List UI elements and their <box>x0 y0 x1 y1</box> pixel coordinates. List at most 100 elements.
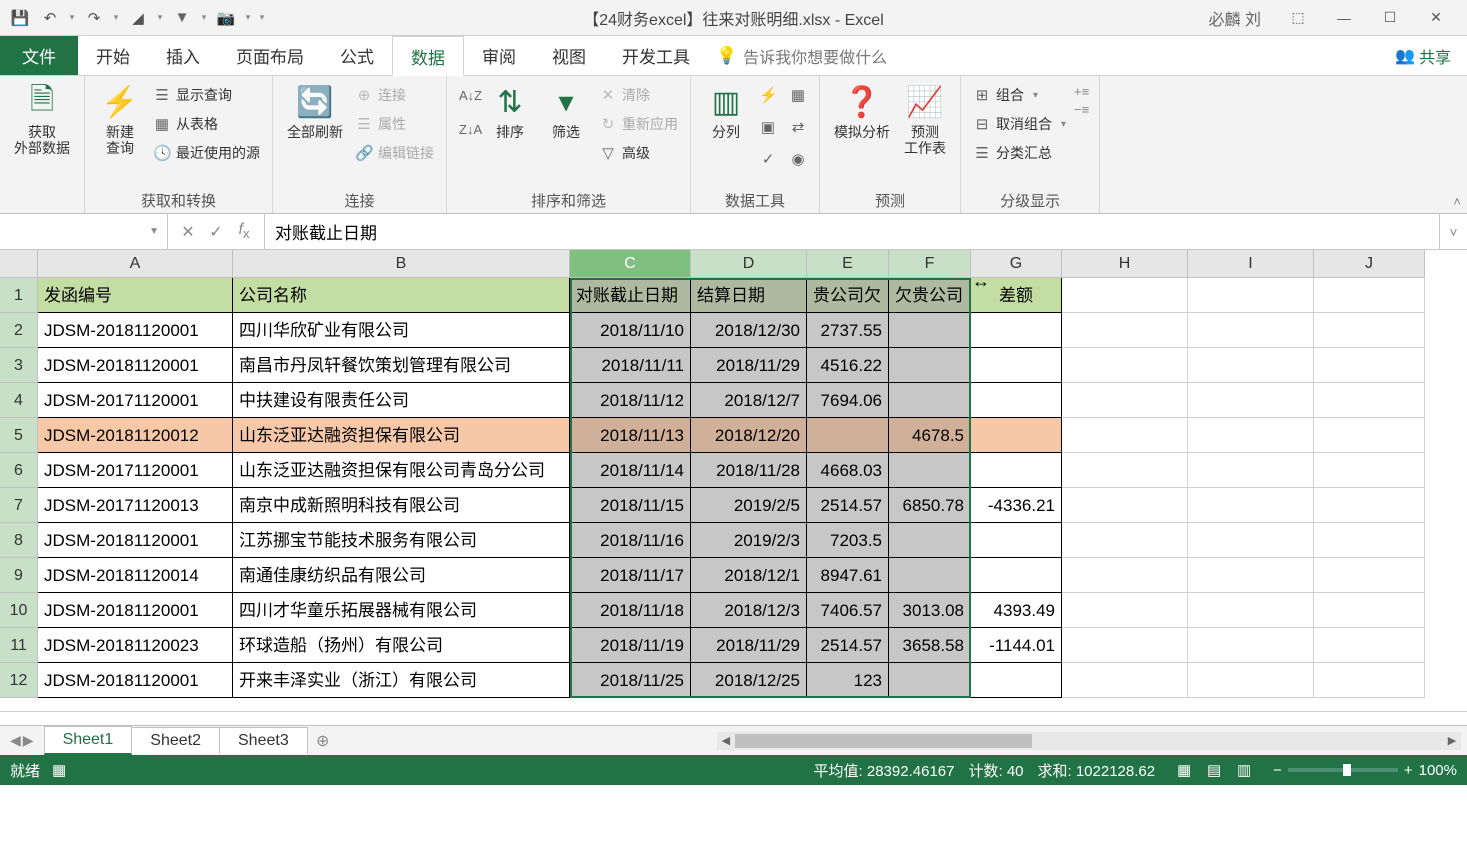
cell[interactable]: JDSM-20171120001 <box>38 453 233 488</box>
sheet-tab[interactable]: Sheet1 <box>44 726 133 755</box>
row-header[interactable]: 8 <box>0 523 38 558</box>
cell[interactable]: 2018/11/13 <box>570 418 691 453</box>
eraser-icon[interactable]: ◢ <box>126 6 150 30</box>
cell[interactable] <box>1062 418 1188 453</box>
remove-dup-button[interactable]: ▣ <box>757 114 779 140</box>
zoom-control[interactable]: − + 100% <box>1273 762 1457 779</box>
row-header[interactable]: 10 <box>0 593 38 628</box>
cell[interactable]: 6850.78 <box>889 488 971 523</box>
cell[interactable]: 山东泛亚达融资担保有限公司青岛分公司 <box>233 453 570 488</box>
next-sheet-icon[interactable]: ▶ <box>23 732 34 749</box>
cell[interactable] <box>971 523 1062 558</box>
cell[interactable]: 山东泛亚达融资担保有限公司 <box>233 418 570 453</box>
col-header-A[interactable]: A <box>38 250 233 278</box>
cell[interactable]: 7406.57 <box>807 593 889 628</box>
cell[interactable]: 公司名称 <box>233 278 570 313</box>
row-header[interactable]: 6 <box>0 453 38 488</box>
horizontal-scrollbar[interactable]: ◀ ▶ <box>717 732 1461 750</box>
user-name[interactable]: 必麟 刘 <box>1209 6 1261 30</box>
cell[interactable]: 2018/11/29 <box>691 348 807 383</box>
maximize-icon[interactable]: ☐ <box>1367 3 1413 33</box>
cell[interactable] <box>1188 313 1314 348</box>
cell[interactable]: 结算日期 <box>691 278 807 313</box>
col-header-E[interactable]: E <box>807 250 889 278</box>
zoom-slider[interactable] <box>1288 768 1398 772</box>
cell[interactable]: 发函编号 <box>38 278 233 313</box>
cell[interactable]: 2019/2/3 <box>691 523 807 558</box>
add-sheet-icon[interactable]: ⊕ <box>307 731 339 751</box>
normal-view-icon[interactable]: ▦ <box>1169 761 1199 779</box>
col-header-H[interactable]: H <box>1062 250 1188 278</box>
group-button[interactable]: ⊞组合▾ <box>971 82 1068 108</box>
cell[interactable]: 开来丰泽实业（浙江）有限公司 <box>233 663 570 698</box>
row-header[interactable]: 4 <box>0 383 38 418</box>
cell[interactable]: 2018/12/1 <box>691 558 807 593</box>
filter-button[interactable]: ▾筛选 <box>541 80 591 142</box>
cell[interactable]: 中扶建设有限责任公司 <box>233 383 570 418</box>
cell[interactable] <box>1314 418 1425 453</box>
minimize-icon[interactable]: — <box>1321 3 1367 33</box>
cell[interactable]: 7203.5 <box>807 523 889 558</box>
cell[interactable] <box>1188 418 1314 453</box>
cell[interactable] <box>1314 488 1425 523</box>
cell[interactable] <box>1062 348 1188 383</box>
col-header-J[interactable]: J <box>1314 250 1425 278</box>
cell[interactable]: JDSM-20171120013 <box>38 488 233 523</box>
cell[interactable] <box>1314 313 1425 348</box>
cell[interactable]: JDSM-20181120001 <box>38 663 233 698</box>
scroll-thumb[interactable] <box>735 734 1033 748</box>
cell[interactable] <box>889 383 971 418</box>
cell[interactable]: 2018/11/28 <box>691 453 807 488</box>
cell[interactable]: 2018/11/11 <box>570 348 691 383</box>
tab-home[interactable]: 开始 <box>78 36 148 75</box>
tab-layout[interactable]: 页面布局 <box>218 36 322 75</box>
cell[interactable]: 四川华欣矿业有限公司 <box>233 313 570 348</box>
macro-icon[interactable]: ▦ <box>52 761 66 779</box>
cell[interactable] <box>971 663 1062 698</box>
scroll-left-icon[interactable]: ◀ <box>717 734 735 747</box>
collapse-ribbon-icon[interactable]: ˄ <box>1453 194 1461 209</box>
cell[interactable] <box>1314 523 1425 558</box>
cell[interactable]: 2018/11/15 <box>570 488 691 523</box>
whatif-button[interactable]: ❓模拟分析 <box>830 80 894 142</box>
cell[interactable]: 南昌市丹凤轩餐饮策划管理有限公司 <box>233 348 570 383</box>
cell[interactable]: JDSM-20181120001 <box>38 313 233 348</box>
cell[interactable]: JDSM-20171120001 <box>38 383 233 418</box>
cell[interactable]: 2018/12/25 <box>691 663 807 698</box>
cell[interactable]: 2018/11/16 <box>570 523 691 558</box>
cell[interactable]: 2018/11/19 <box>570 628 691 663</box>
data-validation-button[interactable]: ✓ <box>757 146 779 172</box>
cell[interactable] <box>1062 628 1188 663</box>
cell[interactable]: 2737.55 <box>807 313 889 348</box>
sort-button[interactable]: ⇅排序 <box>485 80 535 142</box>
enter-icon[interactable]: ✓ <box>202 222 230 242</box>
cell[interactable]: 2018/11/17 <box>570 558 691 593</box>
cell[interactable]: 欠贵公司 <box>889 278 971 313</box>
formula-input[interactable] <box>275 222 1429 242</box>
cell[interactable] <box>971 313 1062 348</box>
cell[interactable] <box>1188 593 1314 628</box>
tab-insert[interactable]: 插入 <box>148 36 218 75</box>
close-icon[interactable]: ✕ <box>1413 3 1459 33</box>
cell[interactable] <box>1188 523 1314 558</box>
forecast-sheet-button[interactable]: 📈预测 工作表 <box>900 80 950 158</box>
cell[interactable] <box>1314 558 1425 593</box>
name-box-input[interactable] <box>8 223 149 240</box>
col-header-D[interactable]: D <box>691 250 807 278</box>
cell[interactable] <box>1188 628 1314 663</box>
cell[interactable]: 3013.08 <box>889 593 971 628</box>
cell[interactable] <box>1314 278 1425 313</box>
zoom-level[interactable]: 100% <box>1419 762 1457 779</box>
cell[interactable]: 四川才华童乐拓展器械有限公司 <box>233 593 570 628</box>
cell[interactable] <box>807 418 889 453</box>
row-header[interactable]: 11 <box>0 628 38 663</box>
cell[interactable]: -1144.01 <box>971 628 1062 663</box>
sheet-nav[interactable]: ◀▶ <box>0 732 44 749</box>
show-queries-button[interactable]: ☰显示查询 <box>151 82 262 108</box>
cell[interactable]: 南通佳康纺织品有限公司 <box>233 558 570 593</box>
save-icon[interactable]: 💾 <box>8 6 32 30</box>
cell[interactable]: 8947.61 <box>807 558 889 593</box>
row-header[interactable]: 12 <box>0 663 38 698</box>
sort-desc-button[interactable]: Z↓A <box>457 116 479 142</box>
cell[interactable]: 4678.5 <box>889 418 971 453</box>
